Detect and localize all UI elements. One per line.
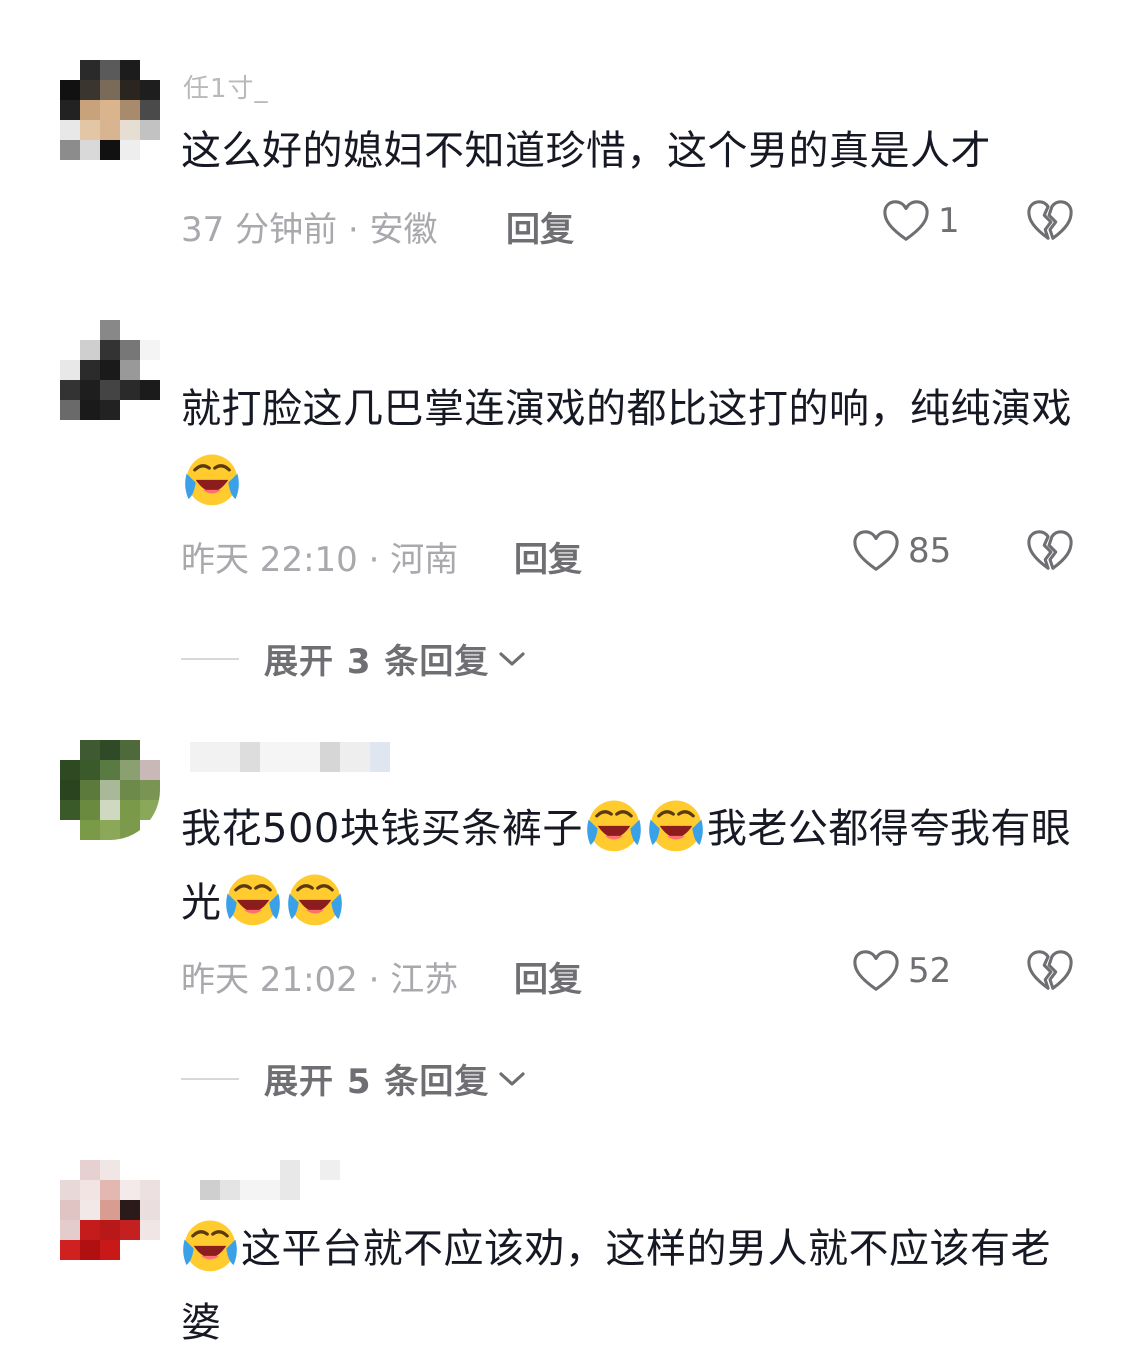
- like-button[interactable]: 85: [852, 528, 951, 574]
- dislike-button[interactable]: [1026, 528, 1074, 578]
- comment-text: 我花500块钱买条裤子 我老公都得夸我有眼光: [181, 792, 1081, 940]
- divider: [181, 1077, 239, 1080]
- like-count: 52: [908, 951, 952, 991]
- username-blurred[interactable]: [190, 742, 390, 772]
- chevron-down-icon: [497, 1069, 527, 1089]
- reply-button[interactable]: 回复: [514, 952, 582, 1001]
- comment-text: 这平台就不应该劝，这样的男人就不应该有老婆: [181, 1212, 1081, 1360]
- broken-heart-icon: [1026, 948, 1074, 994]
- laugh-cry-emoji-icon: [181, 1216, 239, 1274]
- comment-item: 就打脸这几巴掌连演戏的都比这打的响，纯纯演戏 昨天 22:10 · 河南 回复 …: [0, 300, 1125, 700]
- dislike-button[interactable]: [1026, 948, 1074, 998]
- comment-item: 这平台就不应该劝，这样的男人就不应该有老婆: [0, 1140, 1125, 1347]
- heart-icon: [852, 948, 900, 994]
- expand-replies-label: 展开 5 条回复: [264, 1062, 490, 1102]
- heart-icon: [852, 528, 900, 574]
- broken-heart-icon: [1026, 528, 1074, 574]
- comment-text-body: 就打脸这几巴掌连演戏的都比这打的响，纯纯演戏: [181, 386, 1072, 432]
- expand-replies-button[interactable]: 展开 5 条回复: [181, 1054, 527, 1103]
- comment-item: 任1寸_ 这么好的媳妇不知道珍惜，这个男的真是人才 37 分钟前 · 安徽 回复…: [0, 0, 1125, 260]
- expand-replies-button[interactable]: 展开 3 条回复: [181, 634, 527, 683]
- reply-button[interactable]: 回复: [514, 532, 582, 581]
- comment-text: 这么好的媳妇不知道珍惜，这个男的真是人才: [181, 128, 991, 174]
- avatar[interactable]: [60, 740, 160, 840]
- laugh-cry-emoji-icon: [224, 870, 282, 928]
- expand-replies-label: 展开 3 条回复: [264, 642, 490, 682]
- dislike-button[interactable]: [1026, 198, 1074, 248]
- broken-heart-icon: [1026, 198, 1074, 244]
- laugh-cry-emoji-icon: [585, 796, 643, 854]
- like-button[interactable]: 1: [882, 198, 960, 244]
- like-count: 85: [908, 531, 952, 571]
- laugh-cry-emoji-icon: [647, 796, 705, 854]
- comment-item: 我花500块钱买条裤子 我老公都得夸我有眼光 昨天 21:02 · 江苏 回复 5…: [0, 720, 1125, 1120]
- comment-meta: 37 分钟前 · 安徽: [181, 210, 438, 250]
- laugh-cry-emoji-icon: [286, 870, 344, 928]
- comment-text: 就打脸这几巴掌连演戏的都比这打的响，纯纯演戏: [181, 372, 1081, 520]
- comment-meta: 昨天 21:02 · 江苏: [181, 960, 459, 1000]
- comment-text-part: 我花500块钱买条裤子: [181, 806, 583, 852]
- comment-meta: 昨天 22:10 · 河南: [181, 540, 459, 580]
- avatar[interactable]: [60, 1160, 160, 1260]
- reply-button[interactable]: 回复: [506, 202, 574, 251]
- like-button[interactable]: 52: [852, 948, 951, 994]
- divider: [181, 657, 239, 660]
- laugh-cry-emoji-icon: [183, 450, 241, 508]
- heart-icon: [882, 198, 930, 244]
- comment-text-body: 这平台就不应该劝，这样的男人就不应该有老婆: [181, 1226, 1051, 1346]
- username[interactable]: 任1寸_: [183, 68, 269, 105]
- chevron-down-icon: [497, 649, 527, 669]
- avatar[interactable]: [60, 320, 160, 420]
- like-count: 1: [938, 201, 960, 241]
- username-blurred[interactable]: [200, 1160, 340, 1200]
- avatar[interactable]: [60, 60, 160, 160]
